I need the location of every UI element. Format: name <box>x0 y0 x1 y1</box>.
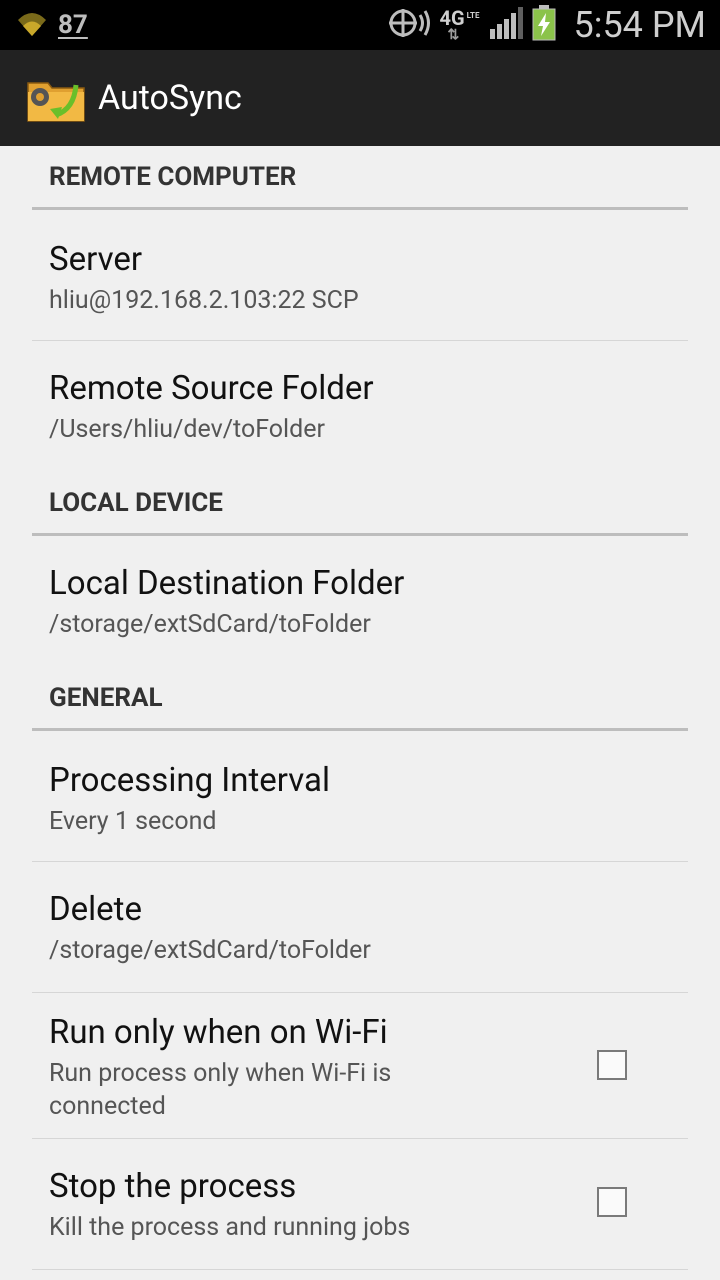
pref-summary: Every 1 second <box>49 807 217 836</box>
status-bar: 87 4G LTE ⇅ 5:54 PM <box>0 0 720 50</box>
pref-title: Server <box>49 240 143 279</box>
clock: 5:54 PM <box>573 4 707 46</box>
signal-icon <box>488 7 524 43</box>
pref-summary: Run process only when Wi-Fi is connected <box>49 1059 392 1121</box>
pref-summary: Kill the process and running jobs <box>49 1213 411 1242</box>
category-remote-computer: REMOTE COMPUTER <box>32 162 688 210</box>
gps-icon <box>386 6 432 44</box>
category-header: LOCAL DEVICE <box>49 488 223 518</box>
action-bar: AutoSync <box>0 50 720 146</box>
stop-process-checkbox[interactable] <box>597 1187 627 1217</box>
pref-processing-interval[interactable]: Processing Interval Every 1 second <box>32 731 688 862</box>
pref-remote-source-folder[interactable]: Remote Source Folder /Users/hliu/dev/toF… <box>32 341 688 472</box>
pref-delete[interactable]: Delete /storage/extSdCard/toFolder <box>32 862 688 993</box>
pref-title: Run only when on Wi-Fi <box>49 1013 388 1052</box>
pref-title: Stop the process <box>49 1167 297 1206</box>
app-title: AutoSync <box>98 78 242 118</box>
pref-local-destination-folder[interactable]: Local Destination Folder /storage/extSdC… <box>32 536 688 667</box>
pref-summary: /storage/extSdCard/toFolder <box>49 610 371 639</box>
pref-title: Remote Source Folder <box>49 369 374 408</box>
network-type: 4G LTE ⇅ <box>440 8 480 42</box>
pref-title: Delete <box>49 890 142 929</box>
pref-summary: /Users/hliu/dev/toFolder <box>49 415 325 444</box>
preferences-list: REMOTE COMPUTER Server hliu@192.168.2.10… <box>0 146 720 1280</box>
pref-title: Local Destination Folder <box>49 564 405 603</box>
wifi-icon <box>14 8 50 42</box>
data-arrows-icon: ⇅ <box>447 27 460 43</box>
pref-summary: hliu@192.168.2.103:22 SCP <box>49 286 359 315</box>
pref-run-only-on-wifi[interactable]: Run only when on Wi-Fi Run process only … <box>32 993 688 1139</box>
notification-count: 87 <box>58 10 88 40</box>
pref-stop-process[interactable]: Stop the process Kill the process and ru… <box>32 1139 688 1270</box>
pref-title: Processing Interval <box>49 761 330 800</box>
autosync-app-icon[interactable] <box>26 73 86 123</box>
pref-server[interactable]: Server hliu@192.168.2.103:22 SCP <box>32 210 688 341</box>
category-general: GENERAL <box>32 667 688 731</box>
category-header: REMOTE COMPUTER <box>49 162 297 192</box>
network-sub-label: LTE <box>466 11 480 20</box>
category-header: GENERAL <box>49 683 163 713</box>
category-local-device: LOCAL DEVICE <box>32 472 688 536</box>
pref-summary: /storage/extSdCard/toFolder <box>49 936 371 965</box>
wifi-only-checkbox[interactable] <box>597 1050 627 1080</box>
battery-icon <box>532 5 556 45</box>
